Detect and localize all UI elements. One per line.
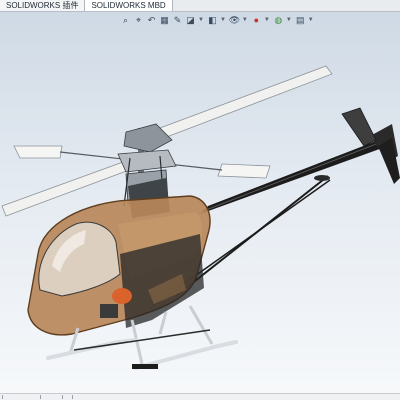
zoom-to-area-icon[interactable]: ⌖ [133,15,144,26]
helicopter-model[interactable] [0,28,400,394]
skid-end-cap [132,364,158,369]
flybar-paddle-right [217,163,271,179]
status-strip [0,393,400,400]
solidworks-window: SOLIDWORKS 插件 SOLIDWORKS MBD ⌕ ⌖ ↶ ▦ ✎ ◪… [0,0,400,400]
tab-solidworks-addins[interactable]: SOLIDWORKS 插件 [0,0,86,11]
zoom-to-fit-icon[interactable]: ⌕ [120,15,131,26]
graphics-area[interactable] [0,28,400,394]
skid-strut-front-right [158,311,168,335]
swashplate [117,149,177,173]
tail-rotor-blade [341,107,377,147]
hide-show-items-icon[interactable]: 👁 [229,15,240,26]
main-rotor-blade-right [159,65,333,139]
skid-strut-rear-right [188,305,214,345]
previous-view-icon[interactable]: ↶ [146,15,157,26]
section-view-icon[interactable]: ▦ [159,15,170,26]
status-divider [62,395,63,399]
hide-show-dropdown-icon[interactable]: ▼ [242,17,248,23]
display-style-dropdown-icon[interactable]: ▼ [220,17,226,23]
skid-cross-tube [73,329,211,351]
flybar-paddle-left [13,145,63,159]
heads-up-view-toolbar: ⌕ ⌖ ↶ ▦ ✎ ◪ ▼ ◧ ▼ 👁 ▼ ● ▼ ◍ ▼ ▤ ▼ [120,13,317,27]
view-orientation-dropdown-icon[interactable]: ▼ [198,17,204,23]
tail-servo-clip [314,175,330,181]
command-manager-tabs: SOLIDWORKS 插件 SOLIDWORKS MBD [0,0,400,12]
appearance-dropdown-icon[interactable]: ▼ [264,17,270,23]
apply-scene-icon[interactable]: ◍ [273,15,284,26]
tail-fin [378,138,400,184]
view-settings-icon[interactable]: ▤ [295,15,306,26]
view-orientation-icon[interactable]: ◪ [185,15,196,26]
status-divider [2,395,3,399]
status-divider [72,395,73,399]
tab-solidworks-mbd[interactable]: SOLIDWORKS MBD [85,0,173,11]
display-style-icon[interactable]: ◧ [207,15,218,26]
dynamic-annotation-icon[interactable]: ✎ [172,15,183,26]
scene-dropdown-icon[interactable]: ▼ [286,17,292,23]
fuel-tank [112,288,132,304]
edit-appearance-icon[interactable]: ● [251,15,262,26]
status-divider [40,395,41,399]
view-settings-dropdown-icon[interactable]: ▼ [308,17,314,23]
receiver-box [100,304,118,318]
